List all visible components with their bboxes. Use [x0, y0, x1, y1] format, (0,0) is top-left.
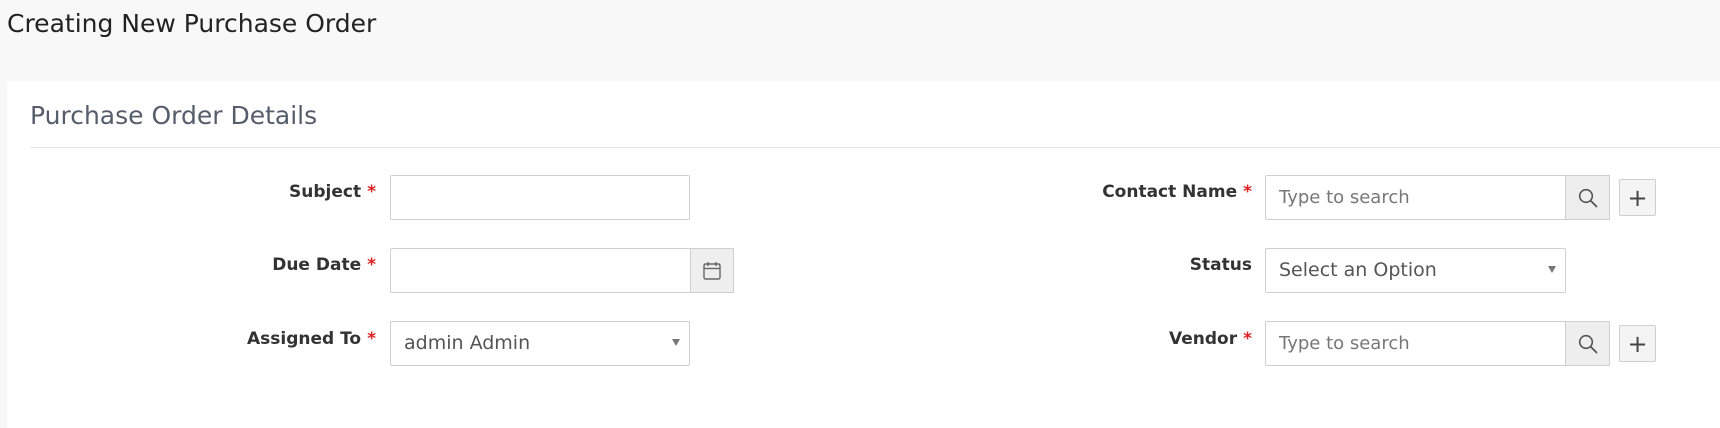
calendar-button[interactable] — [690, 248, 734, 293]
required-mark: * — [367, 182, 376, 202]
calendar-icon — [703, 262, 721, 280]
required-mark: * — [1243, 329, 1252, 349]
add-contact-button[interactable]: + — [1619, 179, 1656, 216]
status-label: Status — [1190, 255, 1252, 275]
assigned-to-selected: admin Admin — [404, 332, 531, 354]
assigned-to-label-text: Assigned To — [246, 329, 362, 349]
due-date-input[interactable] — [391, 249, 690, 292]
status-label-text: Status — [1189, 255, 1252, 275]
add-vendor-button[interactable]: + — [1619, 325, 1656, 362]
subject-label-text: Subject — [289, 182, 362, 202]
subject-label: Subject * — [289, 182, 376, 202]
search-icon — [1578, 334, 1597, 353]
purchase-order-details-panel: Purchase Order Details Subject * Due Date… — [7, 81, 1720, 428]
required-mark: * — [367, 255, 376, 275]
vendor-field[interactable] — [1265, 321, 1567, 366]
vendor-search-button[interactable] — [1565, 321, 1610, 366]
caret-down-icon — [1548, 266, 1556, 273]
vendor-label: Vendor * — [1169, 329, 1252, 349]
status-select[interactable]: Select an Option — [1265, 248, 1566, 293]
subject-field[interactable] — [390, 175, 690, 220]
contact-name-label: Contact Name * — [1102, 182, 1252, 202]
plus-icon: + — [1627, 183, 1648, 212]
contact-name-input[interactable] — [1266, 176, 1566, 219]
vendor-label-text: Vendor — [1169, 329, 1238, 349]
assigned-to-select[interactable]: admin Admin — [390, 321, 690, 366]
due-date-label-text: Due Date — [272, 255, 362, 275]
contact-name-label-text: Contact Name — [1102, 182, 1238, 202]
contact-name-field[interactable] — [1265, 175, 1567, 220]
contact-name-search-button[interactable] — [1565, 175, 1610, 220]
due-date-field[interactable] — [390, 248, 691, 293]
subject-input[interactable] — [391, 176, 689, 219]
caret-down-icon — [672, 339, 680, 346]
panel-title: Purchase Order Details — [30, 101, 318, 130]
due-date-label: Due Date * — [272, 255, 376, 275]
page-title: Creating New Purchase Order — [7, 9, 377, 38]
vendor-input[interactable] — [1266, 322, 1566, 365]
plus-icon: + — [1627, 329, 1648, 358]
search-icon — [1578, 188, 1597, 207]
required-mark: * — [367, 329, 376, 349]
assigned-to-label: Assigned To * — [247, 329, 376, 349]
panel-divider — [30, 147, 1720, 148]
status-selected: Select an Option — [1279, 259, 1437, 281]
required-mark: * — [1243, 182, 1252, 202]
